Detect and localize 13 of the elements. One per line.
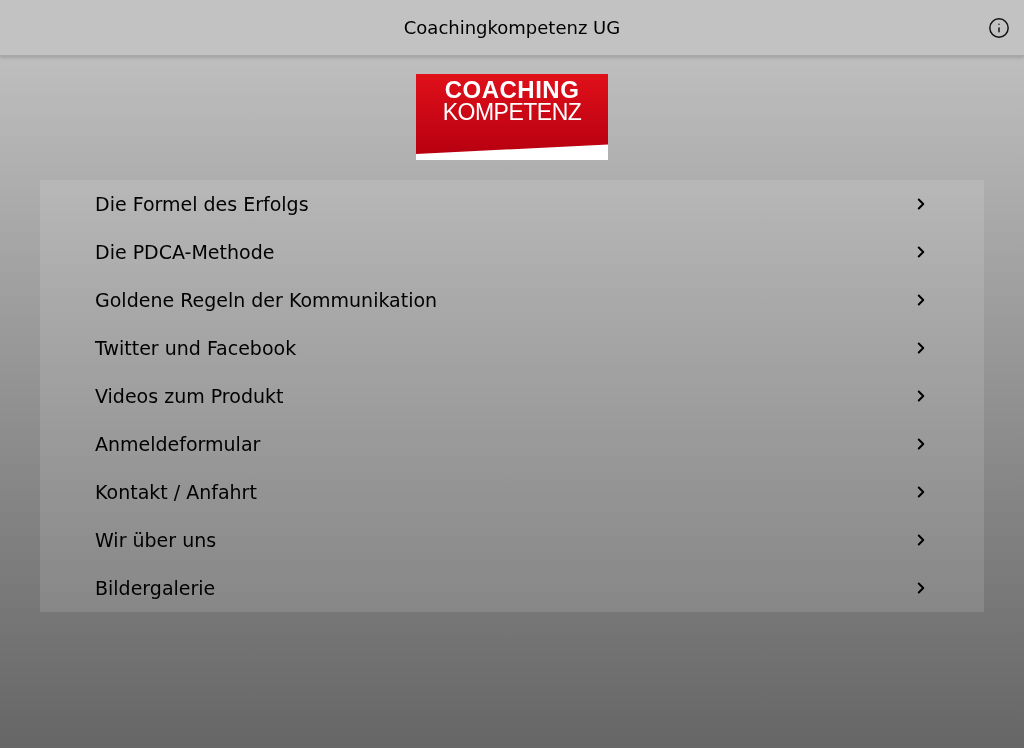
logo-text: KOMPETENZ [442, 101, 582, 124]
menu-item[interactable]: Goldene Regeln der Kommunikation [40, 276, 984, 324]
menu-item[interactable]: Kontakt / Anfahrt [40, 468, 984, 516]
menu-item[interactable]: Anmeldeformular [40, 420, 984, 468]
menu-item[interactable]: Wir über uns [40, 516, 984, 564]
menu-item[interactable]: Bildergalerie [40, 564, 984, 612]
info-icon[interactable] [988, 17, 1010, 39]
menu-item[interactable]: Die Formel des Erfolgs [40, 180, 984, 228]
logo-text: COACHING [444, 78, 580, 101]
header-title: Coachingkompetenz UG [403, 16, 621, 40]
menu-item[interactable]: Videos zum Produkt [40, 372, 984, 420]
menu-item[interactable]: Twitter und Facebook [40, 324, 984, 372]
menu-item[interactable]: Die PDCA-Methode [40, 228, 984, 276]
